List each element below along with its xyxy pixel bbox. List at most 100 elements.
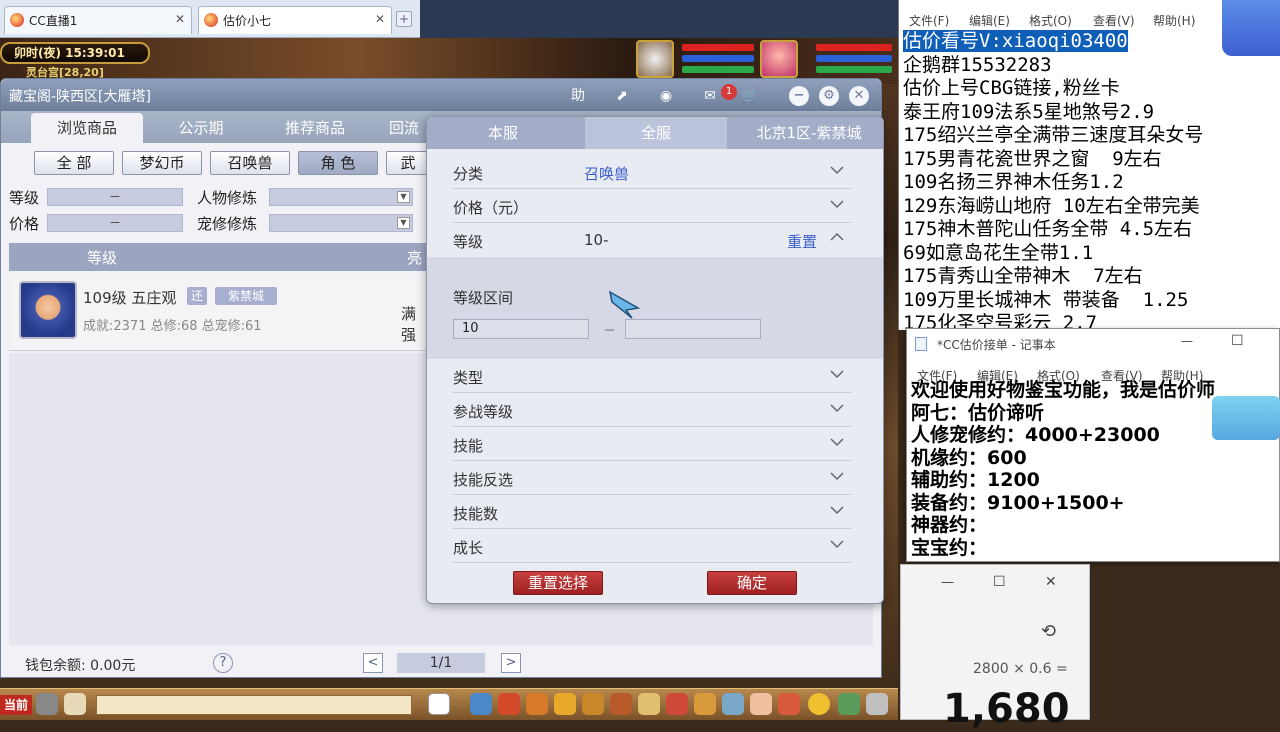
category-coins[interactable]: 梦幻币 <box>122 151 202 175</box>
task-icon[interactable] <box>638 693 660 715</box>
text-line: 69如意岛花生全带1.1 <box>903 241 1094 264</box>
filter-row-type[interactable]: 类型 <box>453 359 851 393</box>
tab-all-servers[interactable]: 全服 <box>585 117 727 149</box>
pet-mp-bar <box>682 55 754 62</box>
category-all[interactable]: 全 部 <box>34 151 114 175</box>
minimize-button[interactable]: — <box>941 575 954 590</box>
menu-format[interactable]: 格式(O) <box>1029 12 1072 29</box>
maximize-button[interactable]: ☐ <box>993 574 1006 590</box>
tab-label: 估价小七 <box>223 14 272 28</box>
notepad-window-front: *CC估价接单 - 记事本 — ☐ 文件(F) 编辑(E) 格式(O) 查看(V… <box>906 328 1280 562</box>
category-character[interactable]: 角 色 <box>298 151 378 175</box>
system-icon[interactable] <box>838 693 860 715</box>
reset-selection-button[interactable]: 重置选择 <box>513 571 603 595</box>
level-min-input[interactable]: 10 <box>453 319 589 339</box>
tab-recommend[interactable]: 推荐商品 <box>259 113 371 143</box>
confirm-button[interactable]: 确定 <box>707 571 797 595</box>
help-icon[interactable]: ? <box>213 653 233 673</box>
team-icon[interactable] <box>582 693 604 715</box>
smiley-icon[interactable] <box>808 693 830 715</box>
next-page-button[interactable]: > <box>501 653 521 673</box>
give-icon[interactable] <box>526 693 548 715</box>
pet-icon[interactable] <box>610 693 632 715</box>
character-avatar[interactable] <box>760 40 798 78</box>
close-tab-icon[interactable]: ✕ <box>175 12 185 26</box>
text-line: 泰王府109法系5星地煞号2.9 <box>903 100 1155 123</box>
row-label: 参战等级 <box>453 403 514 421</box>
activity-icon[interactable] <box>778 693 800 715</box>
panel-tabs: 本服 全服 北京1区-紫禁城 <box>427 117 883 149</box>
tab-return[interactable]: 回流 <box>379 113 429 143</box>
reset-link[interactable]: 重置 <box>787 231 817 252</box>
message-icon[interactable]: ✉ <box>701 87 719 105</box>
chat-icon[interactable] <box>64 693 86 715</box>
prev-page-button[interactable]: < <box>363 653 383 673</box>
chevron-down-icon <box>830 506 844 515</box>
items-icon[interactable] <box>498 693 520 715</box>
category-weapons[interactable]: 武 <box>386 151 430 175</box>
cc-live-badge <box>1212 396 1280 440</box>
close-button[interactable]: ✕ <box>1045 574 1057 590</box>
filter-row-growth[interactable]: 成长 <box>453 529 851 563</box>
filter-row-skills[interactable]: 技能 <box>453 427 851 461</box>
tab-beijing-server[interactable]: 北京1区-紫禁城 <box>733 117 883 149</box>
filter-price-input[interactable]: － <box>47 214 183 232</box>
trade-icon[interactable] <box>554 693 576 715</box>
attack-icon[interactable] <box>470 693 492 715</box>
level-max-input[interactable] <box>625 319 761 339</box>
category-pets[interactable]: 召唤兽 <box>210 151 290 175</box>
browser-tab-cc-live[interactable]: CC直播1 ✕ <box>4 6 192 34</box>
friend-icon[interactable] <box>722 693 744 715</box>
quick-icon[interactable] <box>694 693 716 715</box>
history-icon[interactable]: ⟲ <box>1041 621 1056 642</box>
chevron-down-icon <box>830 200 844 209</box>
minimize-button[interactable]: — <box>1181 334 1193 348</box>
share-icon[interactable]: ⬈ <box>613 87 631 105</box>
filter-level-label: 等级 <box>9 189 40 207</box>
filter-price-label: 价格 <box>9 215 40 233</box>
panda-icon[interactable] <box>428 693 450 715</box>
tab-public[interactable]: 公示期 <box>151 113 251 143</box>
menu-help[interactable]: 帮助(H) <box>1153 12 1195 29</box>
maximize-button[interactable]: ☐ <box>1231 333 1244 349</box>
tab-this-server[interactable]: 本服 <box>427 117 579 149</box>
list-item[interactable]: 109级 五庄观 还 紫禁城 成就:2371 总修:68 总宠修:61 满强 <box>9 273 429 351</box>
new-tab-button[interactable]: + <box>396 11 412 27</box>
chat-input[interactable] <box>96 695 412 715</box>
channel-current[interactable]: 当前 <box>0 695 32 715</box>
filter-row-battle-level[interactable]: 参战等级 <box>453 393 851 427</box>
filter-row-skill-count[interactable]: 技能数 <box>453 495 851 529</box>
item-stats: 成就:2371 总修:68 总宠修:61 <box>83 319 262 334</box>
char-exp-bar <box>816 66 892 73</box>
monitor-icon[interactable] <box>866 693 888 715</box>
tab-label: CC直播1 <box>29 14 78 28</box>
record-icon[interactable]: ◉ <box>657 87 675 105</box>
filter-char-cultivation-select[interactable]: ▼ <box>269 188 413 206</box>
notepad-text-back[interactable]: 估价看号V:xiaoqi03400 企鹅群15532283 估价上号CBG链接,… <box>903 30 1280 336</box>
filter-row-category[interactable]: 分类 召唤兽 <box>453 155 851 189</box>
game-cursor-icon <box>608 290 641 319</box>
filter-row-level[interactable]: 等级 10- 重置 <box>453 223 851 257</box>
minimize-icon[interactable]: − <box>789 86 809 106</box>
close-tab-icon[interactable]: ✕ <box>375 12 385 26</box>
cart-icon[interactable]: 🛒 <box>741 87 759 105</box>
filter-row-skills-exclude[interactable]: 技能反选 <box>453 461 851 495</box>
range-separator: － <box>603 324 617 339</box>
tab-browse[interactable]: 浏览商品 <box>31 113 143 143</box>
settings-icon[interactable]: ⚙ <box>819 86 839 106</box>
gang-icon[interactable] <box>666 693 688 715</box>
filter-level-input[interactable]: － <box>47 188 183 206</box>
browser-tab-appraiser[interactable]: 估价小七 ✕ <box>198 6 392 34</box>
character-portrait <box>19 281 77 339</box>
help-button[interactable]: 助 <box>569 87 587 105</box>
pet-avatar[interactable] <box>636 40 674 78</box>
peach-icon[interactable] <box>750 693 772 715</box>
filter-row-price[interactable]: 价格（元） <box>453 189 851 223</box>
menu-edit[interactable]: 编辑(E) <box>969 12 1010 29</box>
menu-file[interactable]: 文件(F) <box>909 12 949 29</box>
close-icon[interactable]: ✕ <box>849 86 869 106</box>
menu-view[interactable]: 查看(V) <box>1093 12 1135 29</box>
char-mp-bar <box>816 55 892 62</box>
filter-pet-cultivation-select[interactable]: ▼ <box>269 214 413 232</box>
microphone-icon[interactable] <box>36 693 58 715</box>
